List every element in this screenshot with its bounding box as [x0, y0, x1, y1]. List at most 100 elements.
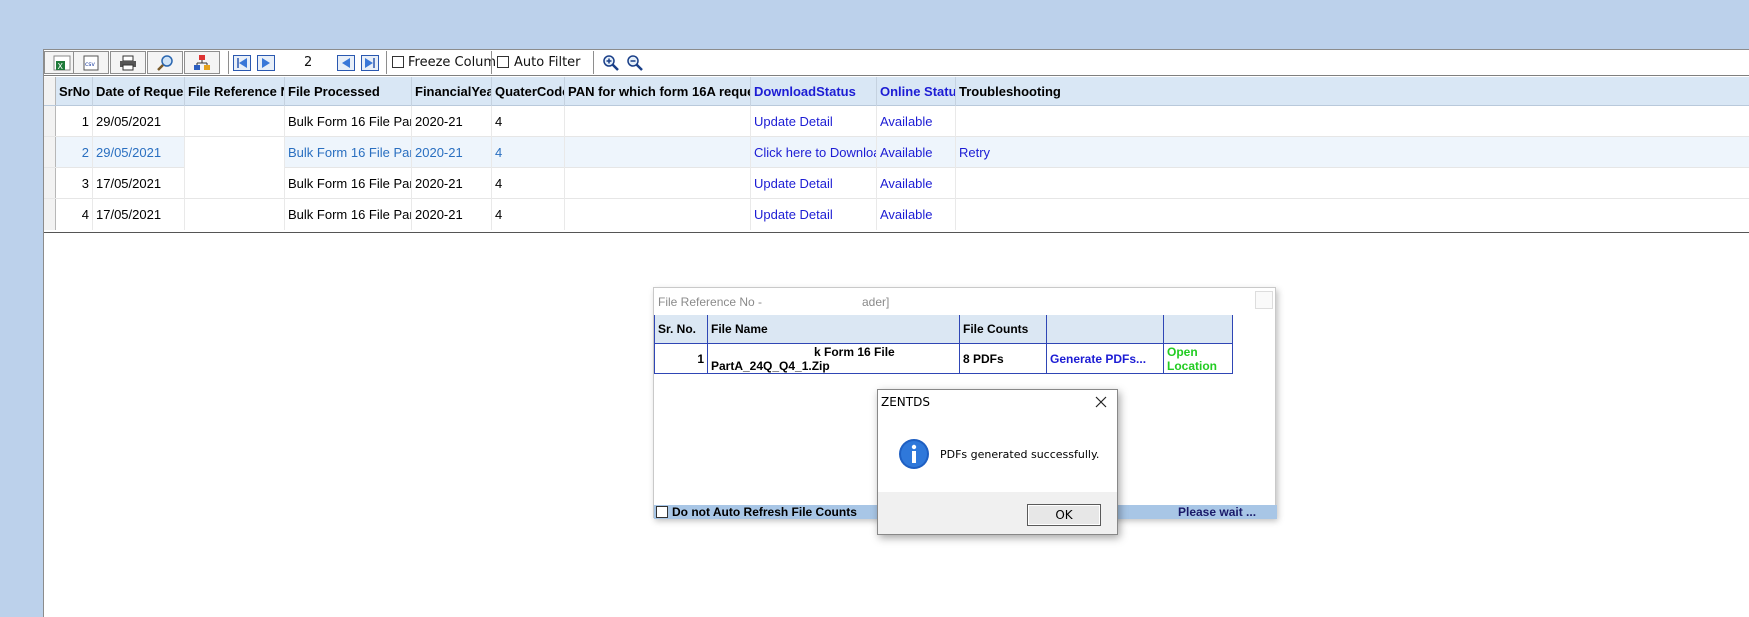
cell-file-processed: Bulk Form 16 File PartA — [285, 137, 412, 168]
cell-pan — [565, 106, 751, 137]
generate-pdfs-link[interactable]: Generate PDFs... — [1047, 344, 1164, 374]
page-number[interactable]: 2 — [304, 55, 312, 70]
row-selector[interactable] — [44, 168, 56, 198]
freeze-column-label: Freeze Column — [408, 55, 505, 70]
col-file-reference-no[interactable]: File Reference No — [185, 77, 285, 106]
cell-date: 29/05/2021 — [93, 106, 185, 137]
col-pan[interactable]: PAN for which form 16A requested — [565, 77, 751, 106]
find-button[interactable] — [147, 51, 183, 74]
row-header-corner — [44, 77, 56, 105]
troubleshooting-cell[interactable] — [956, 199, 1749, 230]
file-sr-cell: 1 — [655, 344, 708, 374]
zoom-out-button[interactable] — [624, 51, 646, 74]
print-button[interactable] — [110, 51, 146, 74]
excel-icon: X — [53, 55, 71, 71]
cell-date: 17/05/2021 — [93, 199, 185, 230]
info-icon — [899, 439, 929, 469]
cell-srno: 4 — [56, 199, 93, 230]
cell-pan — [565, 199, 751, 230]
col-download-status[interactable]: DownloadStatus — [751, 77, 877, 106]
open-location-link[interactable]: Open Location — [1164, 344, 1233, 374]
cell-quarter: 4 — [492, 199, 565, 230]
message-box-title: ZENTDS — [881, 395, 930, 409]
online-status-link[interactable]: Available — [877, 168, 956, 199]
previous-page-button[interactable] — [334, 51, 358, 74]
col-sr-no: Sr. No. — [655, 315, 708, 344]
online-status-link[interactable]: Available — [877, 199, 956, 230]
zoom-in-icon — [603, 54, 619, 71]
export-csv-button[interactable]: csv — [73, 51, 109, 74]
table-row[interactable]: 4 17/05/2021 Bulk Form 16 File PartA 202… — [44, 199, 1749, 230]
open-location-line1: Open — [1167, 345, 1198, 359]
col-troubleshooting[interactable]: Troubleshooting — [956, 77, 1749, 106]
freeze-column-checkbox[interactable] — [392, 56, 404, 68]
auto-filter-checkbox[interactable] — [497, 56, 509, 68]
group-button[interactable] — [184, 51, 220, 74]
open-location-line2: Location — [1167, 359, 1217, 373]
last-page-icon — [361, 54, 379, 71]
last-page-button[interactable] — [358, 51, 382, 74]
svg-text:csv: csv — [85, 61, 95, 68]
col-srno[interactable]: SrNo — [56, 77, 93, 106]
cell-srno: 2 — [56, 137, 93, 168]
col-online-status[interactable]: Online Status — [877, 77, 956, 106]
auto-filter-label: Auto Filter — [514, 55, 581, 70]
troubleshooting-cell[interactable] — [956, 168, 1749, 199]
table-row[interactable]: 1 29/05/2021 Bulk Form 16 File PartB 202… — [44, 106, 1749, 137]
grid-header: SrNo Date of Request File Reference No F… — [44, 77, 1749, 106]
auto-refresh-label: Do not Auto Refresh File Counts — [672, 505, 857, 519]
next-page-button[interactable] — [254, 51, 278, 74]
row-selector[interactable] — [44, 106, 56, 136]
toolbar-separator — [593, 51, 594, 74]
download-status-link[interactable]: Update Detail — [751, 168, 877, 199]
cell-fy: 2020-21 — [412, 106, 492, 137]
row-selector[interactable] — [44, 137, 56, 167]
message-text: PDFs generated successfully. — [940, 448, 1100, 461]
col-file-processed[interactable]: File Processed — [285, 77, 412, 106]
online-status-link[interactable]: Available — [877, 137, 956, 168]
download-status-link[interactable]: Update Detail — [751, 199, 877, 230]
first-page-icon — [233, 54, 251, 71]
file-name-line1: k Form 16 File — [814, 345, 895, 359]
zoom-out-icon — [627, 54, 643, 71]
please-wait-text: Please wait ... — [1178, 505, 1257, 519]
dialog-title: File Reference No - — [658, 295, 763, 309]
cell-quarter: 4 — [492, 168, 565, 199]
online-status-link[interactable]: Available — [877, 106, 956, 137]
row-selector[interactable] — [44, 199, 56, 230]
cell-quarter: 4 — [492, 106, 565, 137]
col-quarter-code[interactable]: QuaterCode — [492, 77, 565, 106]
first-page-button[interactable] — [230, 51, 254, 74]
toolbar: X csv 2 Freeze Column Auto Filter — [44, 50, 1749, 76]
col-financial-year[interactable]: FinancialYear — [412, 77, 492, 106]
col-date-of-request[interactable]: Date of Request — [93, 77, 185, 106]
cell-fy: 2020-21 — [412, 137, 492, 168]
table-row[interactable]: 2 29/05/2021 Bulk Form 16 File PartA 202… — [44, 137, 1749, 168]
close-icon[interactable] — [1093, 394, 1109, 410]
file-name-cell: k Form 16 File PartA_24Q_Q4_1.Zip — [708, 344, 960, 374]
cell-pan — [565, 137, 751, 168]
dialog-title-suffix: ader] — [862, 295, 890, 309]
retry-link[interactable]: Retry — [956, 137, 1749, 168]
ok-button[interactable]: OK — [1027, 504, 1101, 526]
dialog-close-button[interactable] — [1255, 291, 1273, 309]
cell-fy: 2020-21 — [412, 199, 492, 230]
auto-refresh-checkbox[interactable] — [656, 506, 668, 518]
file-name-line2: PartA_24Q_Q4_1.Zip — [711, 359, 830, 373]
cell-file-ref — [185, 199, 285, 230]
troubleshooting-cell[interactable] — [956, 106, 1749, 137]
cell-file-processed: Bulk Form 16 File PartB — [285, 106, 412, 137]
download-link[interactable]: Click here to Download — [751, 137, 877, 168]
zoom-in-button[interactable] — [600, 51, 622, 74]
toolbar-separator — [386, 51, 387, 74]
hierarchy-icon — [194, 54, 210, 70]
printer-icon — [120, 55, 136, 70]
cell-date: 29/05/2021 — [93, 137, 185, 168]
download-status-link[interactable]: Update Detail — [751, 106, 877, 137]
table-row[interactable]: 3 17/05/2021 Bulk Form 16 File PartB 202… — [44, 168, 1749, 199]
cell-pan — [565, 168, 751, 199]
csv-icon: csv — [83, 55, 99, 70]
cell-quarter: 4 — [492, 137, 565, 168]
cell-file-ref — [185, 137, 285, 168]
col-file-name: File Name — [708, 315, 960, 344]
